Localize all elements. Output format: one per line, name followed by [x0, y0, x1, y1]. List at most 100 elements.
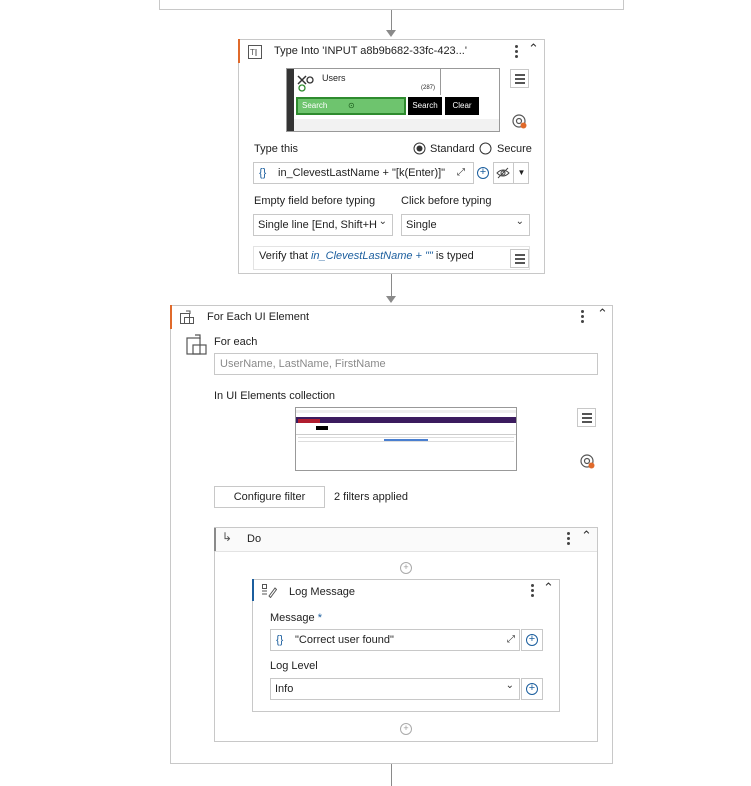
preview-clear-button: Clear	[445, 97, 479, 115]
verify-expression: in_ClevestLastName + ""	[310, 250, 433, 262]
click-before-select[interactable]: Single ⌄	[401, 214, 530, 236]
preview-divider	[440, 69, 441, 95]
indicate-target-icon[interactable]	[580, 454, 596, 470]
message-field[interactable]: {} "Correct user found" ⤢	[270, 629, 520, 651]
target-screenshot: Users (287) Search ⊙ Search Clear	[286, 68, 500, 132]
level-plus-box[interactable]: +	[521, 678, 543, 700]
chevron-down-icon: ⌄	[515, 216, 524, 227]
preview-search-button: Search	[408, 97, 442, 115]
verify-text: Verify that in_ClevestLastName + "" is t…	[259, 250, 474, 262]
add-activity-icon[interactable]: +	[400, 723, 412, 735]
secure-toggle-box[interactable]: ▼	[493, 162, 529, 184]
message-plus-box[interactable]: +	[521, 629, 543, 651]
expression-braces-icon: {}	[259, 167, 267, 179]
add-variable-icon[interactable]: +	[477, 167, 489, 179]
expand-icon[interactable]: ⤢	[507, 630, 515, 650]
chevron-down-icon: ⌄	[505, 680, 514, 691]
connector-line	[391, 764, 392, 786]
users-app-icon	[297, 75, 314, 92]
required-mark: *	[317, 612, 322, 624]
add-variable-icon[interactable]: +	[526, 683, 538, 695]
svg-text:T: T	[250, 48, 255, 57]
activity-title[interactable]: For Each UI Element	[207, 311, 309, 323]
add-variable-icon[interactable]: +	[526, 634, 538, 646]
log-message-icon	[262, 584, 277, 598]
click-before-label: Click before typing	[401, 195, 492, 207]
secure-radio[interactable]	[479, 142, 492, 155]
for-each-field[interactable]: UserName, LastName, FirstName	[214, 353, 598, 375]
empty-field-label: Empty field before typing	[254, 195, 376, 207]
more-options-icon[interactable]	[531, 584, 535, 599]
preview-count: (287)	[421, 85, 436, 91]
preview-search-field: Search ⊙	[296, 97, 406, 115]
indicate-target-icon[interactable]	[512, 114, 528, 130]
do-accent	[214, 528, 216, 551]
log-level-label: Log Level	[270, 660, 318, 672]
collection-screenshot	[295, 407, 517, 471]
verify-menu-button[interactable]	[510, 249, 529, 268]
empty-field-select[interactable]: Single line [End, Shift+H ⌄	[253, 214, 393, 236]
activity-title[interactable]: Log Message	[289, 586, 355, 598]
configure-filter-button[interactable]: Configure filter	[214, 486, 325, 508]
activity-title[interactable]: Type Into 'INPUT a8b9b682-33fc-423...'	[274, 45, 467, 57]
connector-arrow	[386, 296, 396, 303]
preview-row	[298, 437, 514, 438]
message-label: Message *	[270, 612, 322, 624]
preview-black-tag	[316, 426, 328, 430]
empty-field-value: Single line [End, Shift+H	[258, 219, 377, 231]
for-each-icon	[180, 310, 194, 324]
preview-row	[298, 441, 514, 442]
selected-accent	[170, 305, 172, 329]
expand-icon[interactable]: ⤢	[457, 163, 465, 183]
target-menu-button[interactable]	[510, 69, 529, 88]
collection-menu-button[interactable]	[577, 408, 596, 427]
preview-highlight	[384, 439, 428, 441]
target-icon: ⊙	[348, 101, 355, 110]
chevron-down-icon: ⌄	[376, 215, 387, 232]
preview-rule	[296, 434, 516, 435]
for-each-placeholder: UserName, LastName, FirstName	[220, 358, 386, 370]
more-options-icon[interactable]	[581, 310, 585, 325]
connector-line	[391, 10, 392, 32]
collapse-icon[interactable]: ⌃	[528, 41, 539, 57]
selected-accent	[252, 579, 254, 601]
for-each-body-icon	[186, 334, 207, 355]
log-level-select[interactable]: Info ⌄	[270, 678, 520, 700]
preview-purple-bar	[296, 417, 516, 423]
filters-applied-text: 2 filters applied	[334, 491, 408, 503]
preview-top-bar	[296, 410, 516, 413]
verify-prefix: Verify that	[259, 250, 311, 262]
selected-accent	[238, 39, 240, 63]
type-this-field[interactable]: {} in_ClevestLastName + "[k(Enter)]" ⤢	[253, 162, 474, 184]
connector-arrow	[386, 30, 396, 37]
standard-radio[interactable]	[413, 142, 426, 155]
collapse-icon[interactable]: ⌃	[597, 306, 608, 322]
collapse-icon[interactable]: ⌃	[581, 528, 592, 544]
preview-left-strip	[287, 69, 294, 131]
preview-red-mark	[298, 419, 320, 423]
more-options-icon[interactable]	[515, 45, 519, 60]
secure-dropdown-arrow-icon[interactable]: ▼	[513, 163, 529, 183]
standard-label: Standard	[430, 143, 475, 155]
log-message-card[interactable]: Log Message ⌃ Message * {} "Correct user…	[252, 579, 560, 712]
type-this-label: Type this	[254, 143, 299, 155]
do-header[interactable]: ↳ Do ⌃	[214, 528, 597, 552]
message-label-text: Message	[270, 612, 315, 624]
type-into-card[interactable]: T Type Into 'INPUT a8b9b682-33fc-423...'…	[238, 39, 545, 274]
expression-braces-icon: {}	[276, 634, 284, 646]
type-into-icon: T	[248, 45, 262, 59]
add-activity-icon[interactable]: +	[400, 562, 412, 574]
branch-arrow-icon: ↳	[222, 530, 233, 544]
connector-line	[391, 274, 392, 298]
click-before-value: Single	[406, 219, 437, 231]
preview-app-title: Users	[322, 73, 346, 83]
previous-activity-card	[159, 0, 624, 10]
for-each-card[interactable]: For Each UI Element ⌃ For each UserName,…	[170, 305, 613, 764]
message-value: "Correct user found"	[295, 634, 394, 646]
hide-text-icon[interactable]	[496, 167, 510, 179]
preview-search-placeholder: Search	[302, 101, 328, 110]
for-each-label: For each	[214, 336, 258, 348]
collection-label: In UI Elements collection	[214, 390, 336, 402]
more-options-icon[interactable]	[567, 532, 571, 547]
collapse-icon[interactable]: ⌃	[543, 580, 554, 596]
